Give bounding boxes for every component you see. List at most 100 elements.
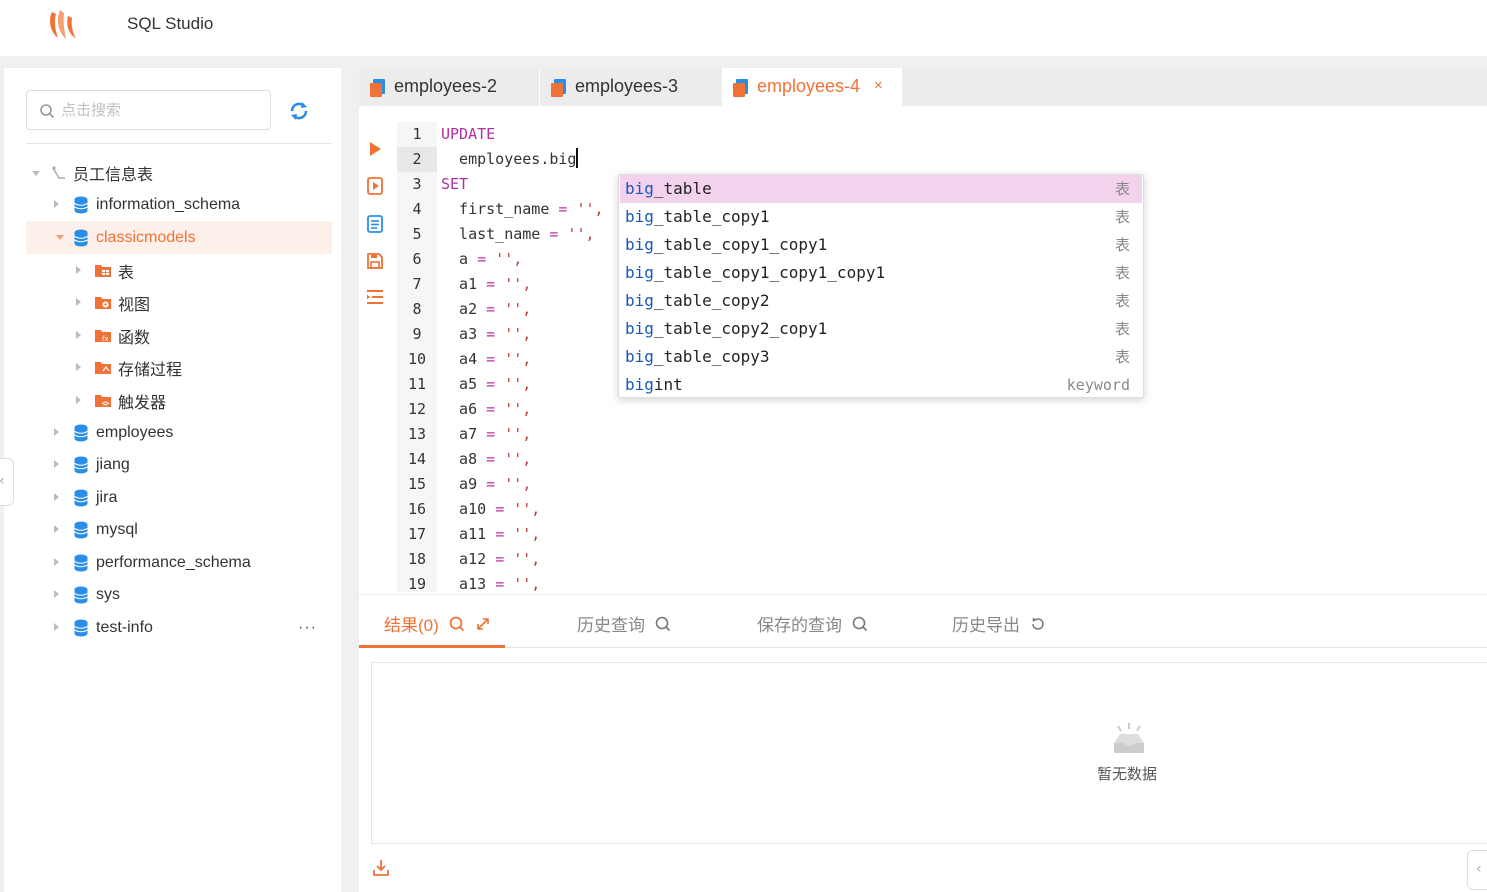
search-icon[interactable] <box>852 616 868 632</box>
tab-employees-4[interactable]: employees-4 × <box>722 68 902 106</box>
tree-folder-views[interactable]: 视图 <box>26 286 332 319</box>
tab-employees-2[interactable]: employees-2 <box>359 68 539 106</box>
database-icon <box>74 424 88 442</box>
app-logo-icon <box>50 10 76 39</box>
tree-folder-functions[interactable]: fx 函数 <box>26 319 332 352</box>
search-input[interactable] <box>61 99 261 121</box>
panel-collapse-handle[interactable]: ‹ <box>1467 850 1487 890</box>
close-icon[interactable]: × <box>874 77 883 94</box>
format-icon[interactable] <box>366 288 384 306</box>
save-icon[interactable] <box>366 252 384 270</box>
tree-db-sys[interactable]: sys <box>26 578 332 611</box>
more-options-icon[interactable]: ··· <box>298 619 317 637</box>
autocomplete-item[interactable]: big_table 表 <box>620 175 1142 203</box>
sidebar-collapse-handle[interactable]: ‹ <box>0 458 14 506</box>
tab-results[interactable]: 结果(0) <box>384 611 491 636</box>
tree-root-employee-info[interactable]: 员工信息表 <box>26 156 332 189</box>
caret-right-icon[interactable] <box>54 558 59 566</box>
suggestion-text: _table_copy1_copy1 <box>653 235 828 254</box>
caret-right-icon[interactable] <box>76 396 81 404</box>
code-operator: = <box>486 450 496 468</box>
tree-db-jiang[interactable]: jiang <box>26 448 332 481</box>
database-icon <box>74 554 88 572</box>
code-line: a8 = '', <box>441 447 531 472</box>
tab-employees-3[interactable]: employees-3 <box>540 68 721 106</box>
caret-right-icon[interactable] <box>54 493 59 501</box>
autocomplete-item[interactable]: big_table_copy1_copy1_copy1 表 <box>620 259 1142 287</box>
tree-db-test-info[interactable]: test-info ··· <box>26 611 332 644</box>
tab-history-query[interactable]: 历史查询 <box>577 611 671 636</box>
match-text: big <box>625 263 654 282</box>
suggestion-type: 表 <box>1114 236 1130 254</box>
download-icon[interactable] <box>371 858 391 878</box>
suggestion-type: keyword <box>1066 376 1130 394</box>
code-operator: = <box>495 525 505 543</box>
caret-right-icon[interactable] <box>76 331 81 339</box>
autocomplete-item[interactable]: big_table_copy2 表 <box>620 287 1142 315</box>
code-text: a7 <box>441 425 487 443</box>
result-tab-bar: 结果(0) 历史查询 保存的查询 历史导出 <box>359 594 1487 648</box>
caret-right-icon[interactable] <box>54 525 59 533</box>
tree-db-jira[interactable]: jira <box>26 481 332 514</box>
autocomplete-item[interactable]: big_table_copy1_copy1 表 <box>620 231 1142 259</box>
line-number: 15 <box>407 475 427 493</box>
refresh-icon[interactable] <box>288 100 310 122</box>
match-text: big <box>625 347 654 366</box>
explain-icon[interactable] <box>366 214 384 234</box>
refresh-icon[interactable] <box>1030 616 1046 632</box>
caret-down-icon[interactable] <box>32 171 40 176</box>
caret-down-icon[interactable] <box>56 235 64 240</box>
line-number: 10 <box>407 350 427 368</box>
suggestion-type: 表 <box>1114 348 1130 366</box>
code-string: '', <box>495 475 532 493</box>
code-operator: = <box>486 375 496 393</box>
code-text: a1 <box>441 275 487 293</box>
tab-saved-query[interactable]: 保存的查询 <box>757 611 868 636</box>
expand-icon[interactable] <box>475 616 491 632</box>
caret-right-icon[interactable] <box>76 363 81 371</box>
run-file-icon[interactable] <box>366 176 384 196</box>
autocomplete-item[interactable]: big_table_copy3 表 <box>620 343 1142 371</box>
caret-right-icon[interactable] <box>54 460 59 468</box>
search-box[interactable] <box>26 90 271 130</box>
suggestion-type: 表 <box>1114 264 1130 282</box>
autocomplete-item[interactable]: bigint keyword <box>620 371 1142 399</box>
code-string: '', <box>495 375 532 393</box>
tab-label: 历史查询 <box>577 616 645 635</box>
folder-view-icon <box>95 297 111 309</box>
line-number: 19 <box>407 575 427 592</box>
tree-db-classicmodels[interactable]: classicmodels <box>26 221 332 254</box>
code-line: a7 = '', <box>441 422 531 447</box>
run-icon[interactable] <box>366 140 384 158</box>
tree-db-information-schema[interactable]: information_schema <box>26 188 332 221</box>
match-text: big <box>625 291 654 310</box>
tree-folder-procedures[interactable]: 存储过程 <box>26 351 332 384</box>
autocomplete-item[interactable]: big_table_copy2_copy1 表 <box>620 315 1142 343</box>
search-icon[interactable] <box>655 616 671 632</box>
tab-label: employees-3 <box>575 76 679 96</box>
database-icon <box>74 489 88 507</box>
line-number: 3 <box>412 175 422 193</box>
tree-db-mysql[interactable]: mysql <box>26 513 332 546</box>
sql-file-icon <box>370 79 385 97</box>
database-icon <box>74 456 88 474</box>
tree-folder-tables[interactable]: 表 <box>26 254 332 287</box>
tree-db-employees[interactable]: employees <box>26 416 332 449</box>
search-icon[interactable] <box>449 616 465 632</box>
caret-right-icon[interactable] <box>54 200 59 208</box>
chevron-left-icon: ‹ <box>1476 861 1482 877</box>
code-operator: = <box>486 300 496 318</box>
tab-history-export[interactable]: 历史导出 <box>952 611 1046 636</box>
caret-right-icon[interactable] <box>54 623 59 631</box>
tab-label: employees-2 <box>394 76 498 96</box>
autocomplete-item[interactable]: big_table_copy1 表 <box>620 203 1142 231</box>
tree-db-performance-schema[interactable]: performance_schema <box>26 546 332 579</box>
code-operator: = <box>486 275 496 293</box>
caret-right-icon[interactable] <box>76 298 81 306</box>
line-number: 7 <box>412 275 422 293</box>
caret-right-icon[interactable] <box>54 590 59 598</box>
caret-right-icon[interactable] <box>54 428 59 436</box>
tree-folder-triggers[interactable]: 触发器 <box>26 384 332 417</box>
code-text: a <box>441 250 478 268</box>
caret-right-icon[interactable] <box>76 266 81 274</box>
